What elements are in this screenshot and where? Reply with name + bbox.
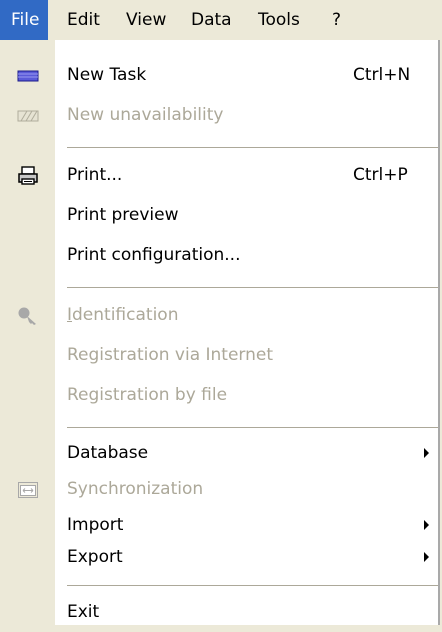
unavailability-icon bbox=[17, 110, 39, 122]
menu-item-identification[interactable]: Identification bbox=[0, 295, 438, 335]
key-icon bbox=[18, 307, 36, 325]
menu-tools[interactable]: Tools bbox=[247, 0, 311, 40]
menu-data[interactable]: Data bbox=[180, 0, 243, 40]
menu-item-label: Synchronization bbox=[67, 479, 204, 499]
menu-separator bbox=[67, 427, 438, 428]
menu-item-label: Exit bbox=[67, 602, 100, 622]
menu-item-label: New unavailability bbox=[67, 105, 224, 125]
menu-item-shortcut: Ctrl+P bbox=[353, 165, 408, 185]
menu-item-synchronization[interactable]: Synchronization bbox=[0, 469, 438, 509]
menu-help[interactable]: ? bbox=[321, 0, 352, 40]
menu-item-export[interactable]: Export bbox=[0, 537, 438, 577]
menu-item-label: Registration via Internet bbox=[67, 345, 274, 365]
menu-item-label: Print configuration... bbox=[67, 245, 241, 265]
menu-separator bbox=[67, 585, 438, 586]
submenu-arrow-icon bbox=[424, 448, 429, 458]
menu-bar: File Edit View Data Tools ? bbox=[0, 0, 442, 40]
menu-item-print[interactable]: Print... Ctrl+P bbox=[0, 155, 438, 195]
submenu-arrow-icon bbox=[424, 520, 429, 530]
menu-item-label: Print... bbox=[67, 165, 123, 185]
menu-edit[interactable]: Edit bbox=[56, 0, 111, 40]
menu-separator bbox=[67, 147, 438, 148]
file-menu-dropdown: New Task Ctrl+N New unavailability Print… bbox=[0, 40, 440, 625]
task-icon bbox=[17, 70, 39, 82]
menu-view[interactable]: View bbox=[115, 0, 177, 40]
menu-separator bbox=[67, 287, 438, 288]
menu-item-database[interactable]: Database bbox=[0, 433, 438, 473]
menu-item-new-task[interactable]: New Task Ctrl+N bbox=[0, 55, 438, 95]
menu-file[interactable]: File bbox=[0, 0, 48, 40]
menu-item-label: Database bbox=[67, 443, 149, 463]
menu-item-new-unavailability[interactable]: New unavailability bbox=[0, 95, 438, 135]
menu-item-label: Identification bbox=[67, 295, 178, 335]
menu-item-registration-internet[interactable]: Registration via Internet bbox=[0, 335, 438, 375]
menu-item-print-configuration[interactable]: Print configuration... bbox=[0, 235, 438, 275]
menu-item-label-rest: dentification bbox=[72, 305, 179, 325]
menu-item-print-preview[interactable]: Print preview bbox=[0, 195, 438, 235]
menu-item-label: Export bbox=[67, 547, 123, 567]
menu-item-registration-file[interactable]: Registration by file bbox=[0, 375, 438, 415]
sync-icon bbox=[18, 482, 38, 498]
menu-item-label: Registration by file bbox=[67, 385, 228, 405]
menu-item-shortcut: Ctrl+N bbox=[353, 65, 411, 85]
submenu-arrow-icon bbox=[424, 552, 429, 562]
menu-item-label: Print preview bbox=[67, 205, 179, 225]
printer-icon bbox=[18, 166, 38, 185]
menu-item-label: New Task bbox=[67, 65, 147, 85]
menu-item-exit[interactable]: Exit bbox=[0, 592, 438, 632]
